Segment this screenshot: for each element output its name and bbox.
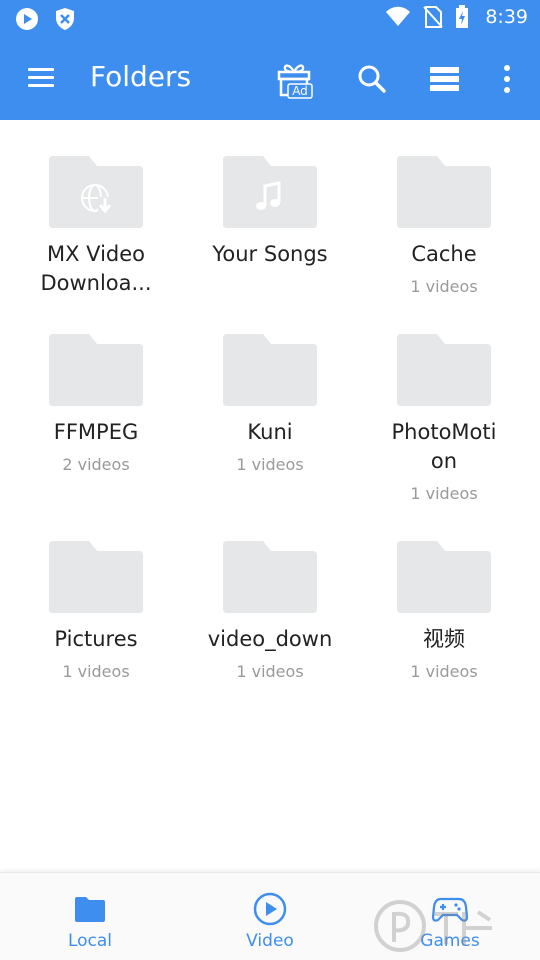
- folder-icon: [223, 541, 317, 613]
- folder-name: 视频: [423, 627, 465, 651]
- more-vert-icon[interactable]: [486, 58, 528, 100]
- folder-name: Downloa...: [40, 271, 152, 295]
- nav-label: Games: [420, 931, 480, 951]
- folder-icon: [75, 897, 105, 922]
- folder-count: 1 videos: [410, 277, 478, 296]
- folder-item[interactable]: 视频 1 videos: [357, 541, 531, 691]
- folder-count: 1 videos: [236, 662, 304, 681]
- menu-icon[interactable]: [28, 66, 56, 90]
- view-list-icon[interactable]: [423, 58, 465, 100]
- folder-item[interactable]: PhotoMoti on 1 videos: [357, 334, 531, 514]
- folder-item[interactable]: Pictures 1 videos: [9, 541, 183, 691]
- play-circle-icon: [16, 8, 38, 30]
- folder-name: Your Songs: [212, 242, 328, 266]
- nav-label: Video: [246, 931, 294, 951]
- folder-name: Kuni: [247, 420, 293, 444]
- folder-name: on: [430, 449, 458, 473]
- play-circle-icon: [253, 892, 287, 926]
- folder-icon: [49, 541, 143, 613]
- app-bar: Folders Ad: [0, 38, 540, 120]
- folder-icon: [223, 156, 317, 228]
- status-bar: 8:39: [0, 0, 540, 38]
- folder-item[interactable]: video_down 1 videos: [183, 541, 357, 691]
- folder-name: Cache: [411, 242, 477, 266]
- folder-count: 1 videos: [62, 662, 130, 681]
- battery-charging-icon: [456, 5, 469, 28]
- nav-local[interactable]: Local: [0, 873, 180, 960]
- folder-icon: [397, 334, 491, 406]
- bottom-nav: Local Video Games: [0, 872, 540, 960]
- folder-name: Pictures: [54, 627, 138, 651]
- no-sim-icon: [423, 6, 444, 28]
- folder-icon: [397, 541, 491, 613]
- gamepad-icon: [432, 897, 468, 922]
- folder-icon: [397, 156, 491, 228]
- folder-name: video_down: [207, 627, 333, 651]
- folder-item[interactable]: Cache 1 videos: [357, 156, 531, 306]
- wifi-icon: [386, 6, 411, 26]
- folder-item[interactable]: FFMPEG 2 videos: [9, 334, 183, 484]
- nav-games[interactable]: Games: [360, 873, 540, 960]
- folder-count: 1 videos: [410, 484, 478, 503]
- folder-icon: [223, 334, 317, 406]
- nav-label: Local: [67, 931, 113, 951]
- search-icon[interactable]: [351, 58, 393, 100]
- shield-icon: [56, 8, 74, 30]
- nav-video[interactable]: Video: [180, 873, 360, 960]
- folder-count: 1 videos: [410, 662, 478, 681]
- folder-count: 1 videos: [236, 455, 304, 474]
- folder-item[interactable]: Kuni 1 videos: [183, 334, 357, 484]
- folder-icon: [49, 334, 143, 406]
- folder-icon: [49, 156, 143, 228]
- page-title: Folders: [90, 60, 192, 93]
- folder-name: PhotoMoti: [391, 420, 497, 444]
- folder-count: 2 videos: [62, 455, 130, 474]
- ad-badge: Ad: [292, 84, 308, 98]
- status-time: 8:39: [485, 6, 528, 28]
- folder-name: MX Video: [46, 242, 146, 266]
- folder-name: FFMPEG: [53, 420, 139, 444]
- gift-icon[interactable]: Ad: [273, 58, 315, 100]
- folder-item[interactable]: Your Songs: [183, 156, 357, 306]
- folder-item[interactable]: MX Video Downloa...: [9, 156, 183, 306]
